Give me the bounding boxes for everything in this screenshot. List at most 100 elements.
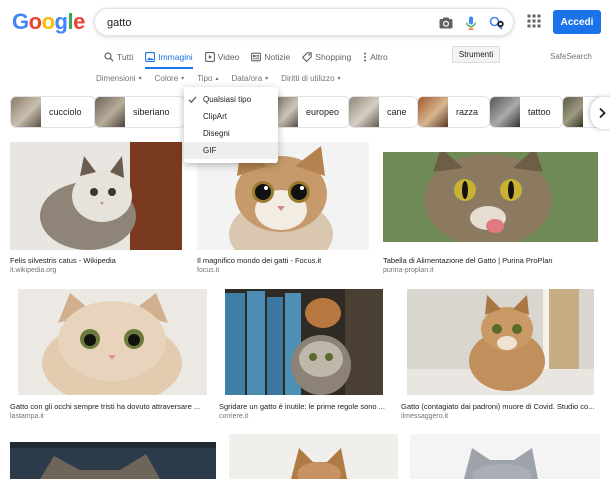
- safesearch-link[interactable]: SafeSearch: [550, 52, 592, 61]
- tag-icon: [302, 52, 313, 62]
- menu-item-qualsiasi-tipo[interactable]: Qualsiasi tipo: [184, 91, 278, 108]
- result-source: corriere.it: [219, 413, 249, 420]
- filter-diritti[interactable]: Diritti di utilizzo ▾: [281, 71, 340, 85]
- caret-icon: ▴: [215, 75, 219, 82]
- chip-tattoo[interactable]: tattoo: [489, 96, 563, 128]
- logo-letter: o: [41, 9, 55, 34]
- chip-thumbnail: [275, 97, 298, 127]
- result-title[interactable]: Gatto con gli occhi sempre tristi ha dov…: [10, 402, 206, 411]
- chip-label: siberiano: [133, 107, 170, 117]
- menu-item-disegni[interactable]: Disegni: [184, 125, 278, 142]
- chip-label: tattoo: [528, 107, 551, 117]
- image-result[interactable]: [229, 434, 398, 479]
- tab-label: Immagini: [158, 52, 193, 62]
- result-source: purina-proplan.it: [383, 267, 434, 274]
- result-thumbnail[interactable]: [410, 434, 600, 479]
- camera-icon[interactable]: [438, 15, 454, 31]
- check-icon: [188, 96, 197, 104]
- search-box: [94, 8, 514, 36]
- apps-icon[interactable]: [527, 14, 541, 28]
- google-logo[interactable]: Google: [12, 9, 85, 35]
- image-result[interactable]: Felis silvestris catus - Wikipedia it.wi…: [10, 142, 182, 278]
- chip-thumbnail: [11, 97, 41, 127]
- result-thumbnail[interactable]: [383, 152, 598, 242]
- cat-image: [383, 152, 598, 242]
- tab-label: Altro: [370, 52, 388, 62]
- filter-colore[interactable]: Colore ▾: [155, 71, 185, 85]
- image-result[interactable]: Tabella di Alimentazione del Gatto | Pur…: [383, 142, 598, 278]
- tab-tutti[interactable]: Tutti: [104, 46, 133, 68]
- tab-shopping[interactable]: Shopping: [302, 46, 351, 68]
- cat-image: [410, 434, 600, 479]
- tab-video[interactable]: Video: [204, 46, 240, 68]
- result-title[interactable]: Gatto (contagiato dai padroni) muore di …: [401, 402, 598, 411]
- chip-label: cane: [387, 107, 407, 117]
- chips-next-button[interactable]: [590, 97, 610, 129]
- microphone-icon[interactable]: [463, 15, 479, 31]
- result-title[interactable]: Sgridare un gatto è inutile: le prime re…: [219, 402, 387, 411]
- chip-label: europeo: [305, 107, 339, 117]
- tools-button[interactable]: Strumenti: [452, 46, 500, 63]
- result-thumbnail[interactable]: [10, 142, 182, 250]
- filter-label: Data/ora: [231, 73, 263, 83]
- menu-item-clipart[interactable]: ClipArt: [184, 108, 278, 125]
- tab-label: Notizie: [264, 52, 291, 62]
- filter-label: Dimensioni: [96, 73, 136, 83]
- chip-thumbnail: [418, 97, 448, 127]
- chip-siberiano[interactable]: siberiano: [94, 96, 186, 128]
- header: Google Accedi: [0, 0, 610, 44]
- result-thumbnail[interactable]: [18, 289, 207, 395]
- tab-label: Video: [217, 52, 240, 62]
- cat-image: [225, 289, 383, 395]
- result-thumbnail[interactable]: [407, 289, 594, 395]
- cat-image: [407, 289, 594, 395]
- image-result[interactable]: [410, 434, 600, 479]
- signin-button[interactable]: Accedi: [553, 10, 601, 34]
- tab-altro[interactable]: Altro: [363, 46, 388, 68]
- image-icon: [145, 52, 156, 62]
- lens-icon[interactable]: [488, 15, 504, 31]
- filter-label: Colore: [154, 73, 179, 83]
- video-icon: [204, 52, 215, 62]
- chip-cucciolo[interactable]: cucciolo: [10, 96, 96, 128]
- chip-razza[interactable]: razza: [417, 96, 490, 128]
- search-input[interactable]: [107, 13, 427, 33]
- menu-item-gif[interactable]: GIF: [184, 142, 278, 159]
- tab-immagini[interactable]: Immagini: [145, 46, 194, 69]
- logo-letter: o: [28, 9, 42, 34]
- search-tabs: Tutti Immagini Video Notizie Shopping Al…: [104, 46, 400, 69]
- tab-notizie[interactable]: Notizie: [251, 46, 290, 68]
- image-result[interactable]: Sgridare un gatto è inutile: le prime re…: [219, 289, 389, 425]
- filter-data-ora[interactable]: Data/ora ▾: [231, 71, 268, 85]
- filter-tipo[interactable]: Tipo ▴: [197, 71, 218, 85]
- logo-letter: G: [12, 9, 29, 34]
- result-title[interactable]: Felis silvestris catus - Wikipedia: [10, 256, 182, 265]
- image-result[interactable]: Gatto (contagiato dai padroni) muore di …: [401, 289, 598, 425]
- cat-image: [18, 289, 207, 395]
- logo-letter: e: [73, 9, 85, 34]
- result-title[interactable]: Il magnifico mondo dei gatti - Focus.it: [197, 256, 369, 265]
- chip-thumbnail: [563, 97, 583, 127]
- filter-label: Tipo: [197, 73, 213, 83]
- result-source: it.wikipedia.org: [10, 267, 57, 274]
- cat-image: [229, 434, 398, 479]
- chip-cane[interactable]: cane: [348, 96, 418, 128]
- cat-image: [10, 442, 216, 479]
- chip-label: razza: [456, 107, 479, 117]
- result-thumbnail[interactable]: [10, 442, 216, 479]
- result-title[interactable]: Tabella di Alimentazione del Gatto | Pur…: [383, 256, 598, 265]
- chip-europeo[interactable]: europeo: [274, 96, 350, 128]
- menu-item-label: ClipArt: [203, 112, 228, 121]
- caret-icon: ▾: [181, 75, 185, 82]
- logo-letter: g: [54, 9, 68, 34]
- image-result[interactable]: Gatto con gli occhi sempre tristi ha dov…: [10, 289, 210, 425]
- chip-label: cucciolo: [49, 107, 82, 117]
- image-result[interactable]: [10, 442, 216, 479]
- filter-dimensioni[interactable]: Dimensioni ▾: [96, 71, 142, 85]
- result-thumbnail[interactable]: [225, 289, 383, 395]
- caret-icon: ▾: [265, 75, 269, 82]
- menu-item-label: GIF: [203, 146, 217, 155]
- result-source: focus.it: [197, 267, 220, 274]
- result-thumbnail[interactable]: [229, 434, 398, 479]
- caret-icon: ▾: [337, 75, 341, 82]
